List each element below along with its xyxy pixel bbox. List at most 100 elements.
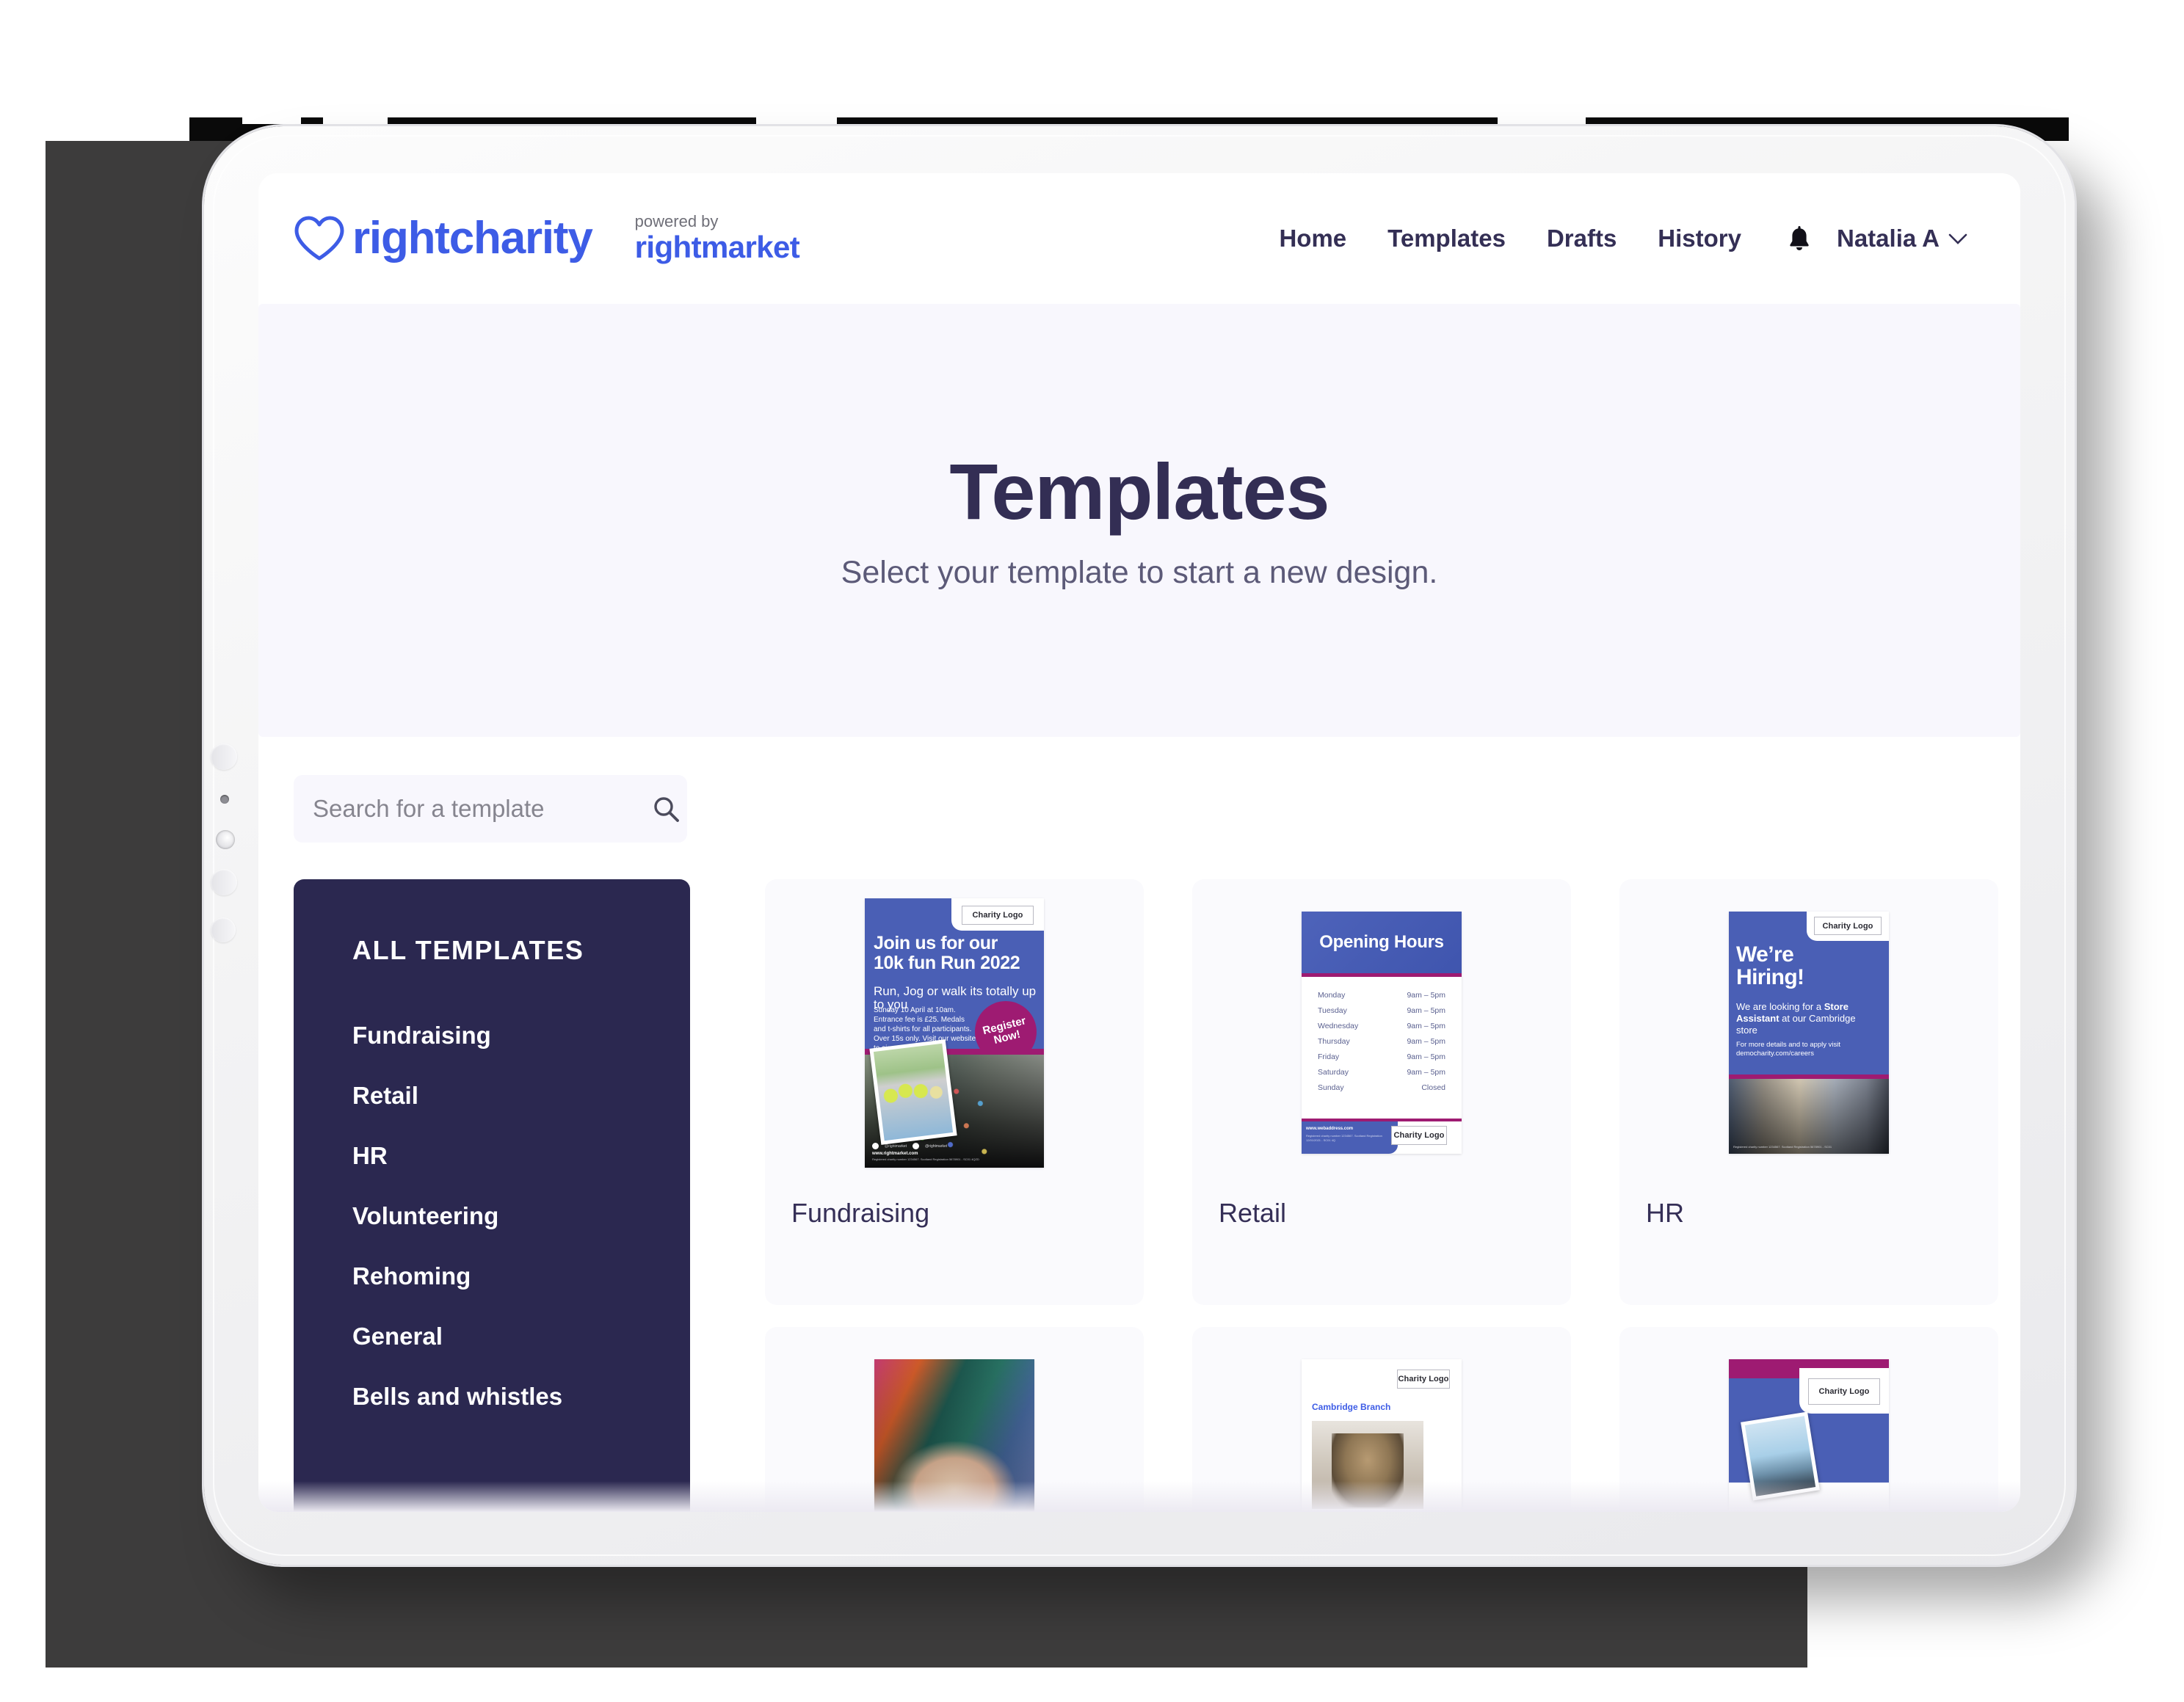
- poster-footer: www.webaddress.com Registered charity nu…: [1302, 1119, 1462, 1154]
- poster-registration-text: Registered charity number 1234567. Scotl…: [1306, 1134, 1382, 1142]
- poster-body-pre: We are looking for a: [1736, 1001, 1824, 1012]
- poster-general: Charity Logo: [1729, 1359, 1889, 1512]
- powered-by-rightmarket[interactable]: powered by rightmarket: [634, 211, 800, 264]
- sidebar-item-rehoming[interactable]: Rehoming: [352, 1262, 690, 1290]
- nav-links-group: Home Templates Drafts History Natalia A: [1258, 217, 1972, 260]
- opening-hours-row: Tuesday 9am – 5pm: [1318, 1006, 1445, 1015]
- template-card-rehoming[interactable]: Charity Logo Cambridge Branch Rehoming: [1192, 1327, 1571, 1512]
- poster-social-handle-1: @rightmarket: [885, 1143, 907, 1149]
- day-label: Thursday: [1318, 1037, 1350, 1046]
- search-row: [258, 737, 2020, 843]
- poster-registration-text: Registered charity number 1234567. Scotl…: [872, 1157, 979, 1162]
- rightmarket-wordmark: rightmarket: [634, 229, 800, 264]
- poster-headline-line2: Hiring!: [1736, 964, 1804, 989]
- user-account-menu[interactable]: Natalia A: [1837, 225, 1972, 252]
- day-label: Saturday: [1318, 1068, 1349, 1077]
- tablet-screen: rightcharity powered by rightmarket Home…: [258, 173, 2020, 1512]
- category-sidebar: ALL TEMPLATES Fundraising Retail HR Volu…: [294, 879, 690, 1512]
- search-input[interactable]: [294, 795, 644, 823]
- poster-rehoming: Charity Logo Cambridge Branch: [1302, 1359, 1462, 1512]
- poster-apply-text: For more details and to apply visit demo…: [1736, 1041, 1841, 1058]
- sidebar-item-fundraising[interactable]: Fundraising: [352, 1022, 690, 1050]
- poster-registration-text: Registered charity number 1234567. Scotl…: [1733, 1145, 1832, 1149]
- nav-item-templates[interactable]: Templates: [1367, 217, 1526, 260]
- user-name: Natalia A: [1837, 225, 1940, 252]
- poster-footer: @rightmarket @rightmarket www.rightmarke…: [872, 1143, 1026, 1161]
- time-value: 9am – 5pm: [1407, 991, 1445, 1000]
- poster-social-handle-2: @rightmarket: [925, 1143, 948, 1149]
- sidebar-item-hr[interactable]: HR: [352, 1142, 690, 1170]
- sidebar-item-retail[interactable]: Retail: [352, 1082, 690, 1110]
- poster-photo-cat-detail: [1332, 1433, 1404, 1508]
- nav-item-history[interactable]: History: [1637, 217, 1762, 260]
- poster-headline-line1: We’re: [1736, 942, 1794, 967]
- brand-logo[interactable]: rightcharity: [294, 213, 593, 263]
- nav-item-drafts[interactable]: Drafts: [1526, 217, 1637, 260]
- poster-logo-chip: Charity Logo: [1397, 1370, 1450, 1389]
- category-sidebar-title: ALL TEMPLATES: [352, 935, 584, 965]
- opening-hours-row: Thursday 9am – 5pm: [1318, 1037, 1445, 1046]
- sidebar-item-bells-and-whistles[interactable]: Bells and whistles: [352, 1383, 690, 1411]
- template-thumbnail: Charity Logo Cambridge Branch: [1192, 1327, 1571, 1512]
- poster-polaroid-image: [873, 1043, 954, 1141]
- poster-logo-chip: Charity Logo: [1808, 1378, 1880, 1405]
- template-card-retail[interactable]: Opening Hours Monday 9am – 5pm Tuesday 9…: [1192, 879, 1571, 1305]
- poster-footer-band: www.webaddress.com Registered charity nu…: [1302, 1121, 1398, 1154]
- poster-logo-chip: Charity Logo: [1391, 1126, 1447, 1145]
- opening-hours-row: Saturday 9am – 5pm: [1318, 1068, 1445, 1077]
- page-title: Templates: [949, 446, 1329, 536]
- bell-icon: [1790, 226, 1809, 250]
- device-power-button[interactable]: [211, 917, 236, 942]
- top-navigation-bar: rightcharity powered by rightmarket Home…: [258, 173, 2020, 304]
- time-value: Closed: [1421, 1083, 1445, 1092]
- poster-headline: We’re Hiring!: [1736, 942, 1804, 989]
- device-camera-lens: [216, 830, 235, 849]
- sidebar-item-general[interactable]: General: [352, 1323, 690, 1350]
- templates-content: ALL TEMPLATES Fundraising Retail HR Volu…: [258, 843, 2020, 1512]
- instagram-icon: [913, 1143, 920, 1150]
- day-label: Friday: [1318, 1052, 1340, 1061]
- device-volume-down-button[interactable]: [211, 869, 237, 895]
- device-top-notch: [242, 114, 301, 124]
- poster-photo-cat: [1312, 1421, 1423, 1509]
- search-box[interactable]: [294, 775, 687, 843]
- time-value: 9am – 5pm: [1407, 1068, 1445, 1077]
- poster-branch-heading: Cambridge Branch: [1312, 1402, 1391, 1412]
- template-card-volunteering[interactable]: Volunteer with us! Volunteering: [765, 1327, 1144, 1512]
- template-card-label: HR: [1646, 1198, 1684, 1228]
- poster-logo-chip: Charity Logo: [1814, 917, 1882, 935]
- poster-url: www.webaddress.com: [1306, 1127, 1354, 1131]
- nav-item-home[interactable]: Home: [1258, 217, 1367, 260]
- poster-photo-hands-detail: [893, 1441, 1015, 1512]
- template-thumbnail: Charity Logo We’re Hiring! We are lookin…: [1619, 879, 1998, 1173]
- device-volume-up-button[interactable]: [211, 743, 237, 770]
- poster-opening-hours: Opening Hours Monday 9am – 5pm Tuesday 9…: [1302, 912, 1462, 1154]
- search-icon: [653, 797, 679, 822]
- day-label: Tuesday: [1318, 1006, 1347, 1015]
- time-value: 9am – 5pm: [1407, 1006, 1445, 1015]
- poster-photo-meeting: Registered charity number 1234567. Scotl…: [1729, 1079, 1889, 1154]
- template-card-fundraising[interactable]: Charity Logo Join us for our 10k fun Run…: [765, 879, 1144, 1305]
- day-label: Sunday: [1318, 1083, 1344, 1092]
- notifications-button[interactable]: [1762, 225, 1837, 252]
- poster-title: Opening Hours: [1319, 932, 1444, 952]
- facebook-icon: [872, 1143, 879, 1150]
- search-submit-button[interactable]: [644, 775, 687, 843]
- powered-by-label: powered by: [634, 211, 719, 230]
- poster-photo-hands: [874, 1359, 1034, 1512]
- day-label: Monday: [1318, 991, 1346, 1000]
- brand-name: rightcharity: [352, 213, 593, 263]
- opening-hours-table: Monday 9am – 5pm Tuesday 9am – 5pm Wedne…: [1318, 991, 1445, 1099]
- poster-body-text: We are looking for a Store Assistant at …: [1736, 1001, 1876, 1036]
- day-label: Wednesday: [1318, 1022, 1359, 1030]
- page-hero: Templates Select your template to start …: [258, 304, 2020, 737]
- time-value: 9am – 5pm: [1407, 1022, 1445, 1030]
- opening-hours-row: Wednesday 9am – 5pm: [1318, 1022, 1445, 1030]
- template-card-hr[interactable]: Charity Logo We’re Hiring! We are lookin…: [1619, 879, 1998, 1305]
- template-grid-wrapper: Charity Logo Join us for our 10k fun Run…: [690, 879, 2020, 1512]
- opening-hours-row: Sunday Closed: [1318, 1083, 1445, 1092]
- sidebar-item-volunteering[interactable]: Volunteering: [352, 1202, 690, 1230]
- template-card-general[interactable]: Charity Logo General: [1619, 1327, 1998, 1512]
- device-top-notch: [323, 114, 388, 124]
- poster-header-band: Opening Hours: [1302, 912, 1462, 973]
